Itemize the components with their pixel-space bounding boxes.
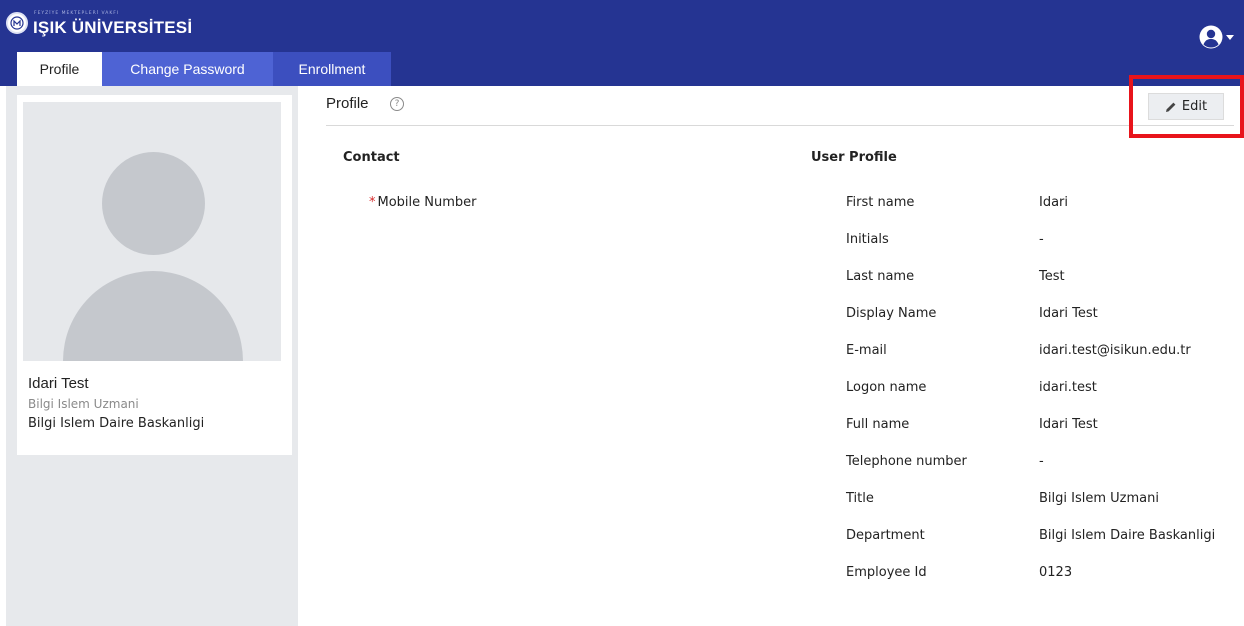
field-value: Idari Test (1039, 417, 1098, 432)
profile-row-last-name: Last name Test (846, 258, 1244, 295)
avatar-body-shape (63, 271, 243, 361)
field-value: idari.test (1039, 380, 1097, 395)
profile-department: Bilgi Islem Daire Baskanligi (28, 416, 205, 431)
field-label: Last name (846, 269, 915, 284)
field-value: Bilgi Islem Daire Baskanligi (1039, 528, 1216, 543)
profile-row-logon-name: Logon name idari.test (846, 369, 1244, 406)
field-value: 0123 (1039, 565, 1073, 580)
profile-row-initials: Initials - (846, 221, 1244, 258)
chevron-down-icon (1226, 34, 1234, 40)
university-logo[interactable]: FEYZİYE MEKTEPLERİ VAKFI IŞIK ÜNİVERSİTE… (6, 6, 192, 40)
profile-row-email: E-mail idari.test@isikun.edu.tr (846, 332, 1244, 369)
logo-name: IŞIK ÜNİVERSİTESİ (33, 18, 193, 37)
mobile-number-field: * Mobile Number (369, 195, 477, 210)
profile-name: Idari Test (28, 375, 89, 392)
tab-enrollment[interactable]: Enrollment (273, 52, 391, 86)
field-value: idari.test@isikun.edu.tr (1039, 343, 1191, 358)
profile-row-telephone: Telephone number - (846, 443, 1244, 480)
field-label: Logon name (846, 380, 927, 395)
edit-button[interactable]: Edit (1148, 93, 1224, 120)
field-label: Title (846, 491, 874, 506)
top-bar: FEYZİYE MEKTEPLERİ VAKFI IŞIK ÜNİVERSİTE… (0, 0, 1244, 86)
profile-card: Idari Test Bilgi Islem Uzmani Bilgi Isle… (17, 95, 292, 455)
profile-photo (23, 102, 281, 361)
profile-row-display-name: Display Name Idari Test (846, 295, 1244, 332)
field-label: Department (846, 528, 925, 543)
tab-profile[interactable]: Profile (17, 52, 102, 86)
university-seal-icon (6, 12, 28, 34)
sidebar: Idari Test Bilgi Islem Uzmani Bilgi Isle… (6, 86, 298, 626)
profile-row-first-name: First name Idari (846, 184, 1244, 221)
profile-row-employee-id: Employee Id 0123 (846, 554, 1244, 591)
pencil-icon (1165, 102, 1176, 112)
tab-bar: Profile Change Password Enrollment (17, 52, 391, 86)
help-icon[interactable]: ? (390, 97, 404, 111)
logo-subtitle: FEYZİYE MEKTEPLERİ VAKFI (34, 11, 120, 16)
field-value: Idari (1039, 195, 1069, 210)
user-profile-heading: User Profile (811, 150, 897, 165)
user-profile-list: First name Idari Initials - Last name Te… (846, 184, 1244, 591)
section-header: Profile ? (326, 92, 1234, 126)
field-value: - (1039, 454, 1044, 469)
edit-button-label: Edit (1181, 99, 1208, 114)
field-value: Idari Test (1039, 306, 1098, 321)
user-circle-icon (1199, 25, 1223, 49)
mobile-number-label: Mobile Number (377, 195, 477, 210)
field-label: Telephone number (846, 454, 967, 469)
field-value: - (1039, 232, 1044, 247)
tab-change-password[interactable]: Change Password (102, 52, 273, 86)
profile-job-title: Bilgi Islem Uzmani (28, 397, 139, 411)
field-label: E-mail (846, 343, 887, 358)
avatar-head-shape (102, 152, 205, 255)
profile-row-department: Department Bilgi Islem Daire Baskanligi (846, 517, 1244, 554)
field-label: Display Name (846, 306, 937, 321)
page-title: Profile (326, 95, 369, 112)
field-label: Initials (846, 232, 889, 247)
field-value: Bilgi Islem Uzmani (1039, 491, 1159, 506)
profile-row-title: Title Bilgi Islem Uzmani (846, 480, 1244, 517)
profile-row-full-name: Full name Idari Test (846, 406, 1244, 443)
field-label: Full name (846, 417, 910, 432)
field-label: Employee Id (846, 565, 927, 580)
required-marker: * (369, 195, 376, 210)
contact-heading: Contact (343, 150, 400, 165)
user-menu-button[interactable] (1199, 25, 1234, 49)
field-value: Test (1039, 269, 1065, 284)
field-label: First name (846, 195, 915, 210)
